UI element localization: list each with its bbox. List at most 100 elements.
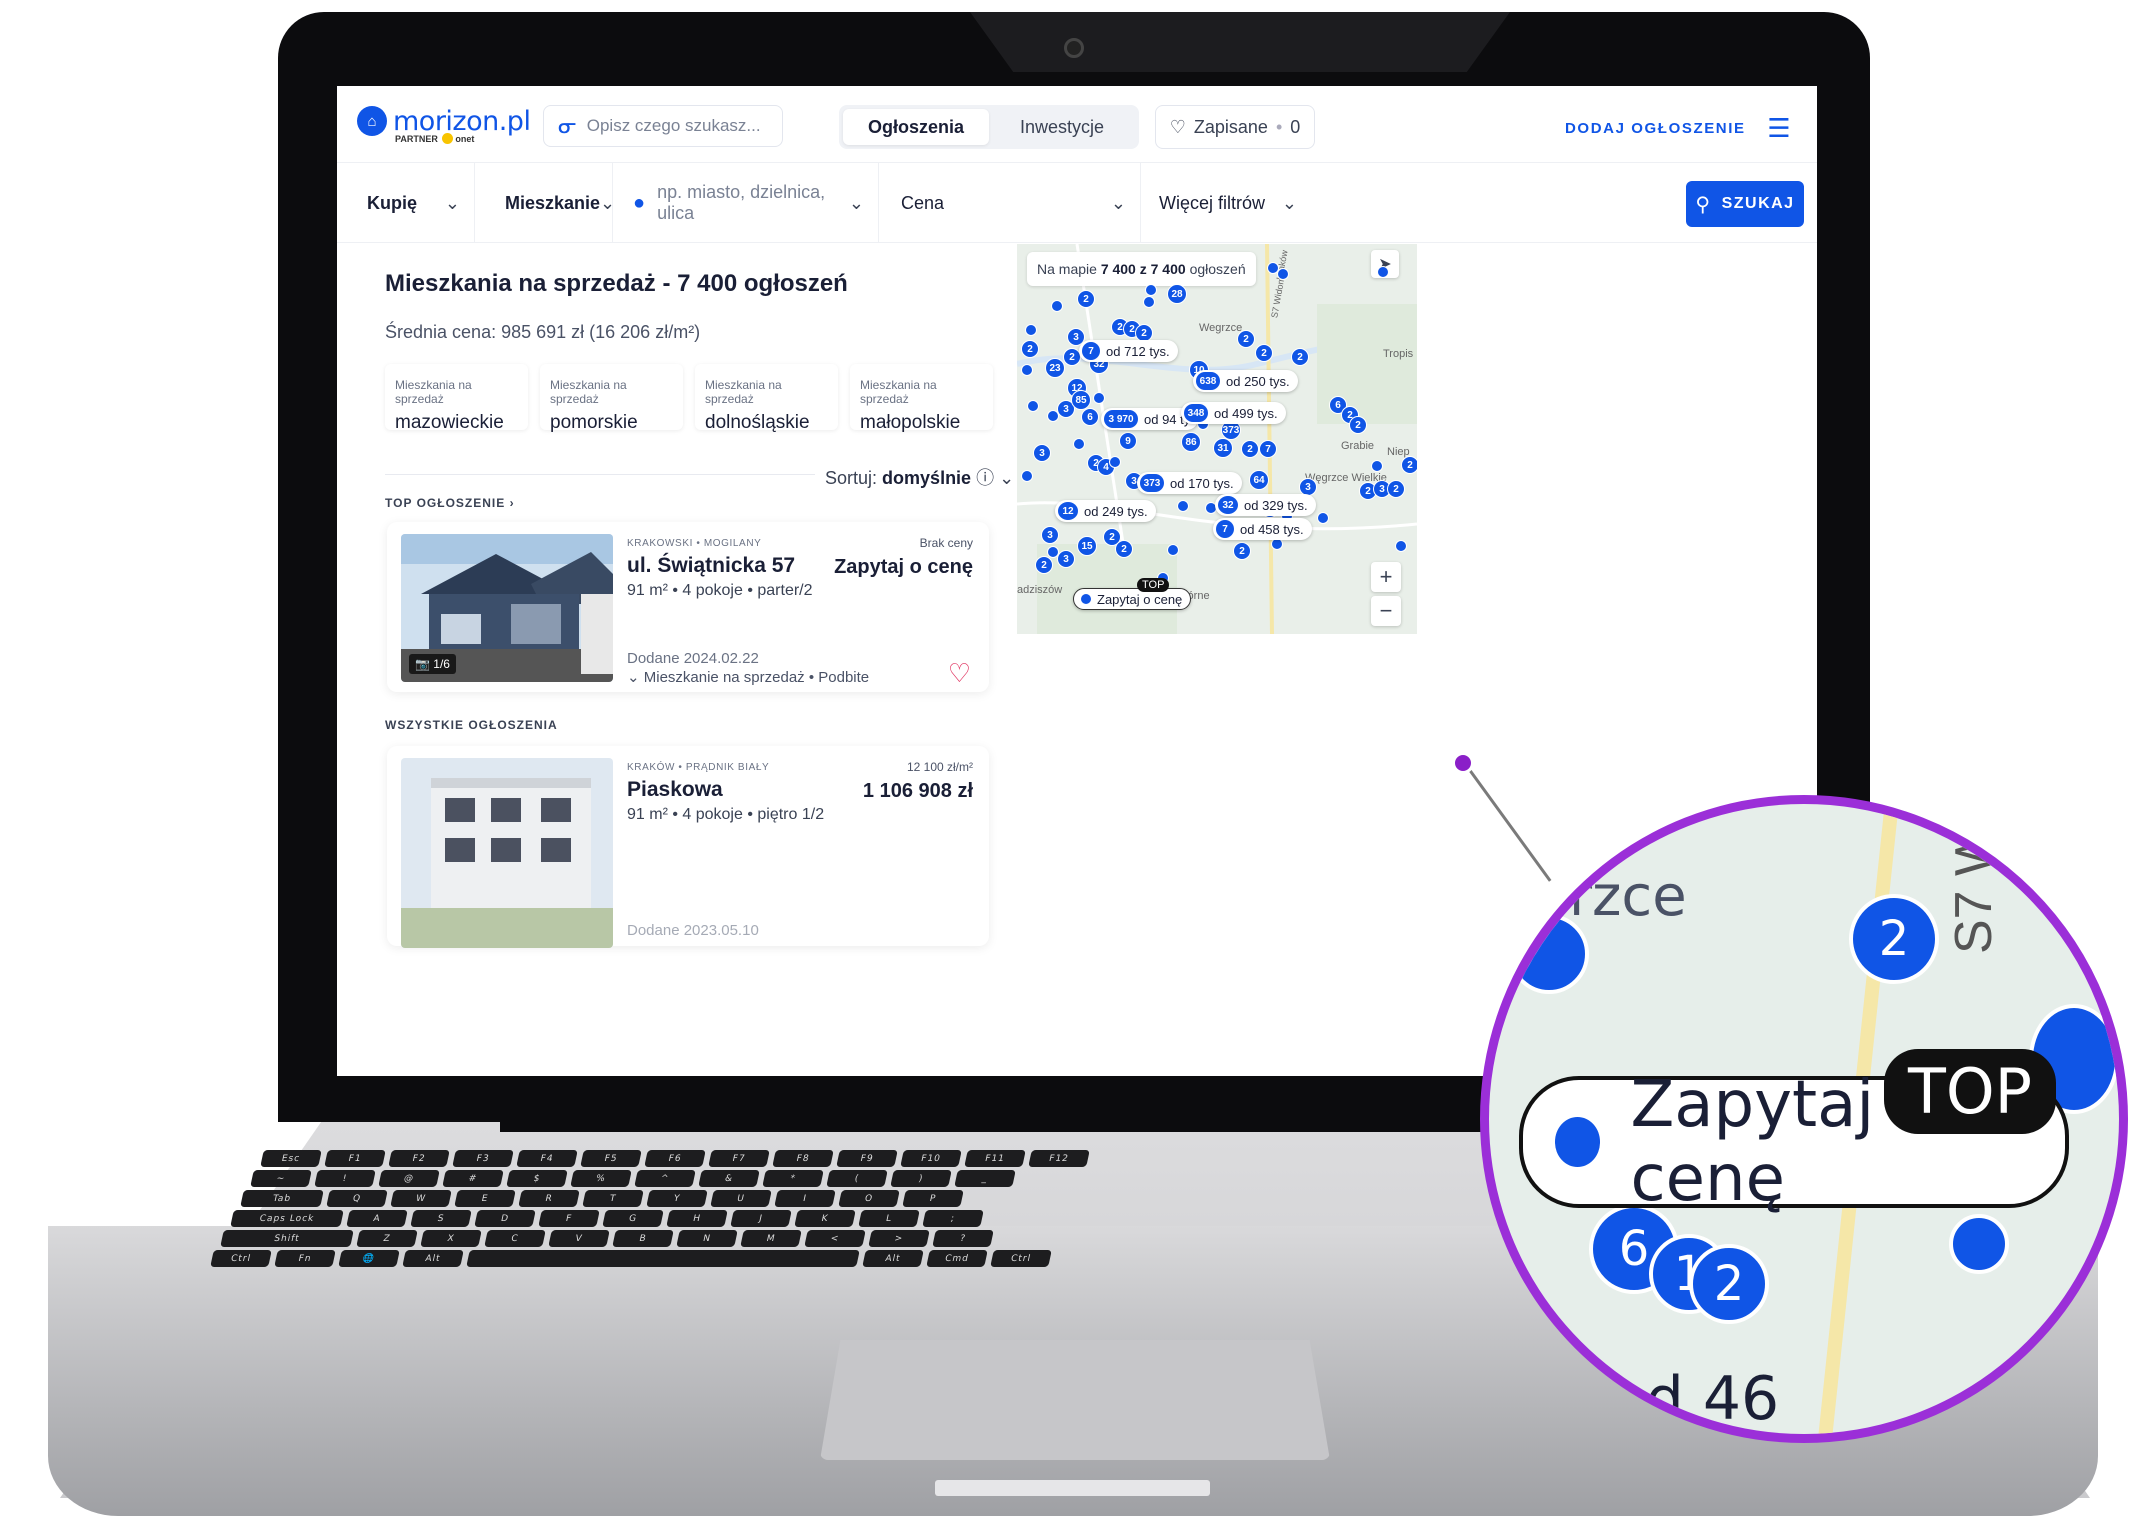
map-cluster-pin[interactable] (1143, 296, 1155, 308)
location-input[interactable]: ● np. miasto, dzielnica, ulica ⌄ (613, 163, 879, 243)
house-icon: ⌂ (357, 106, 387, 136)
heart-outline-icon: ♡ (1169, 116, 1186, 137)
map-cluster-pin[interactable]: 15 (1077, 536, 1097, 556)
map-cluster-pin[interactable]: 6 (1081, 408, 1099, 426)
map-cluster-pin[interactable]: 2 (1387, 480, 1405, 498)
map-cluster-pin[interactable] (1025, 324, 1037, 336)
map-cluster-pin[interactable] (1073, 438, 1085, 450)
map-cluster-pin[interactable] (1051, 300, 1063, 312)
property-type-select[interactable]: Mieszkanie ⌄ (475, 163, 615, 243)
map-cluster-pin[interactable]: 86 (1181, 432, 1201, 452)
map-cluster-pin[interactable] (1145, 284, 1157, 296)
zoom-pin (1509, 914, 1589, 994)
listing-card[interactable]: KRAKÓW • PRĄDNIK BIAŁY Piaskowa 91 m² • … (387, 746, 989, 948)
map-cluster-pin[interactable]: 2 (1233, 542, 1251, 560)
map-cluster-pin[interactable] (1047, 546, 1059, 558)
map-price-label[interactable]: 373 od 170 tys. (1137, 472, 1242, 494)
keyboard-key: Tab (240, 1190, 324, 1207)
map-cluster-pin[interactable]: 2 (1035, 556, 1053, 574)
listing-title[interactable]: Piaskowa (627, 778, 723, 802)
listing-title[interactable]: ul. Świątnicka 57 (627, 554, 795, 578)
map-cluster-pin[interactable] (1027, 400, 1039, 412)
map-cluster-pin[interactable]: 2 (1291, 348, 1309, 366)
top-section-link[interactable]: TOP OGŁOSZENIE › (385, 496, 515, 510)
search-button[interactable]: ⚲ SZUKAJ (1686, 181, 1804, 227)
search-input[interactable]: ᓂ Opisz czego szukasz... (543, 105, 783, 147)
zoom-in-button[interactable]: + (1371, 562, 1401, 592)
keyboard-key: Cmd (926, 1250, 988, 1267)
map-count-info: Na mapie 7 400 z 7 400 ogłoszeń (1027, 252, 1256, 286)
add-ad-button[interactable]: DODAJ OGŁOSZENIE (1565, 120, 1746, 137)
map-price-label[interactable]: 638 od 250 tys. (1193, 370, 1298, 392)
map-cluster-pin[interactable]: 2 (1241, 440, 1259, 458)
region-chip[interactable]: Mieszkania na sprzedaż dolnośląskie (695, 364, 838, 433)
listing-photo[interactable] (401, 758, 613, 948)
more-filters[interactable]: Więcej filtrów ⌄ (1141, 163, 1311, 243)
map-cluster-pin[interactable]: 3 (1057, 550, 1075, 568)
keyboard-key: A (346, 1210, 408, 1227)
keyboard-key: > (868, 1230, 930, 1247)
map-cluster-pin[interactable] (1377, 266, 1389, 278)
price-select[interactable]: Cena ⌄ (879, 163, 1141, 243)
map-cluster-pin[interactable]: 2 (1077, 290, 1095, 308)
map-cluster-pin[interactable]: 3 (1041, 526, 1059, 544)
region-chip[interactable]: Mieszkania na sprzedaż małopolskie (850, 364, 993, 433)
keyboard-key: & (698, 1170, 760, 1187)
map-top-label[interactable]: Zapytaj o cenę (1073, 588, 1192, 610)
map-cluster-pin[interactable]: 64 (1249, 470, 1269, 490)
map-cluster-pin[interactable] (1267, 262, 1279, 274)
map-cluster-pin[interactable]: 85 (1071, 390, 1091, 410)
keyboard-key: ? (932, 1230, 994, 1247)
map-cluster-pin[interactable] (1021, 470, 1033, 482)
map-price-label[interactable]: 7 od 458 tys. (1213, 518, 1312, 540)
map-price-label[interactable]: 12 od 249 tys. (1055, 500, 1156, 522)
map-cluster-pin[interactable]: 9 (1119, 432, 1137, 450)
map-below (1017, 634, 1417, 1076)
bezel-top (970, 12, 1510, 72)
map-cluster-pin[interactable]: 2 (1255, 344, 1273, 362)
map-cluster-pin[interactable]: 2 (1021, 340, 1039, 358)
listing-type[interactable]: ⌄ Mieszkanie na sprzedaż • Podbite (627, 668, 869, 686)
sort-select[interactable]: Sortuj: domyślnie ⓘ ⌄ (815, 464, 1015, 490)
keyboard-key: F2 (388, 1150, 450, 1167)
map-cluster-pin[interactable] (1167, 544, 1179, 556)
tab-inwestycje[interactable]: Inwestycje (989, 109, 1135, 145)
transaction-select[interactable]: Kupię ⌄ (337, 163, 475, 243)
keyboard-key: F4 (516, 1150, 578, 1167)
map-cluster-pin[interactable]: 28 (1167, 284, 1187, 304)
map-cluster-pin[interactable] (1021, 364, 1033, 376)
map-cluster-pin[interactable] (1395, 540, 1407, 552)
listing-photo[interactable]: 📷 1/6 (401, 534, 613, 682)
map[interactable]: Na mapie 7 400 z 7 400 ogłoszeń ➤ Wegrzc… (1017, 244, 1417, 634)
map-cluster-pin[interactable]: 2 (1115, 540, 1133, 558)
map-cluster-pin[interactable]: 7 (1259, 440, 1277, 458)
tab-ogloszenia[interactable]: Ogłoszenia (843, 109, 989, 145)
listing-card[interactable]: 📷 1/6 KRAKOWSKI • MOGILANY ul. Świątnick… (387, 522, 989, 692)
zoom-out-button[interactable]: − (1371, 596, 1401, 626)
map-cluster-pin[interactable] (1109, 456, 1121, 468)
region-chip[interactable]: Mieszkania na sprzedaż mazowieckie (385, 364, 528, 433)
map-cluster-pin[interactable] (1277, 268, 1289, 280)
map-cluster-pin[interactable] (1371, 460, 1383, 472)
map-cluster-pin[interactable] (1317, 512, 1329, 524)
map-cluster-pin[interactable]: 2 (1401, 456, 1417, 474)
map-cluster-pin[interactable] (1047, 410, 1059, 422)
saved-button[interactable]: ♡ Zapisane • 0 (1155, 105, 1315, 149)
map-cluster-pin[interactable]: 3 (1033, 444, 1051, 462)
map-price-label[interactable]: 348 od 499 tys. (1181, 402, 1286, 424)
map-cluster-pin[interactable]: 2 (1349, 416, 1367, 434)
chevron-down-icon: ⌄ (1110, 192, 1126, 213)
keyboard-key: * (762, 1170, 824, 1187)
map-cluster-pin[interactable] (1093, 392, 1105, 404)
keyboard-key: Ctrl (210, 1250, 272, 1267)
keyboard-key: Q (326, 1190, 388, 1207)
map-price-label[interactable]: 7 od 712 tys. (1079, 340, 1178, 362)
menu-icon[interactable]: ☰ (1759, 108, 1799, 148)
map-cluster-pin[interactable] (1177, 500, 1189, 512)
map-cluster-pin[interactable]: 23 (1045, 358, 1065, 378)
heart-icon[interactable]: ♡ (948, 658, 971, 689)
map-price-label[interactable]: 32 od 329 tys. (1215, 494, 1316, 516)
region-chip[interactable]: Mieszkania na sprzedaż pomorskie (540, 364, 683, 433)
map-cluster-pin[interactable]: 31 (1213, 438, 1233, 458)
map-cluster-pin[interactable]: 2 (1237, 330, 1255, 348)
